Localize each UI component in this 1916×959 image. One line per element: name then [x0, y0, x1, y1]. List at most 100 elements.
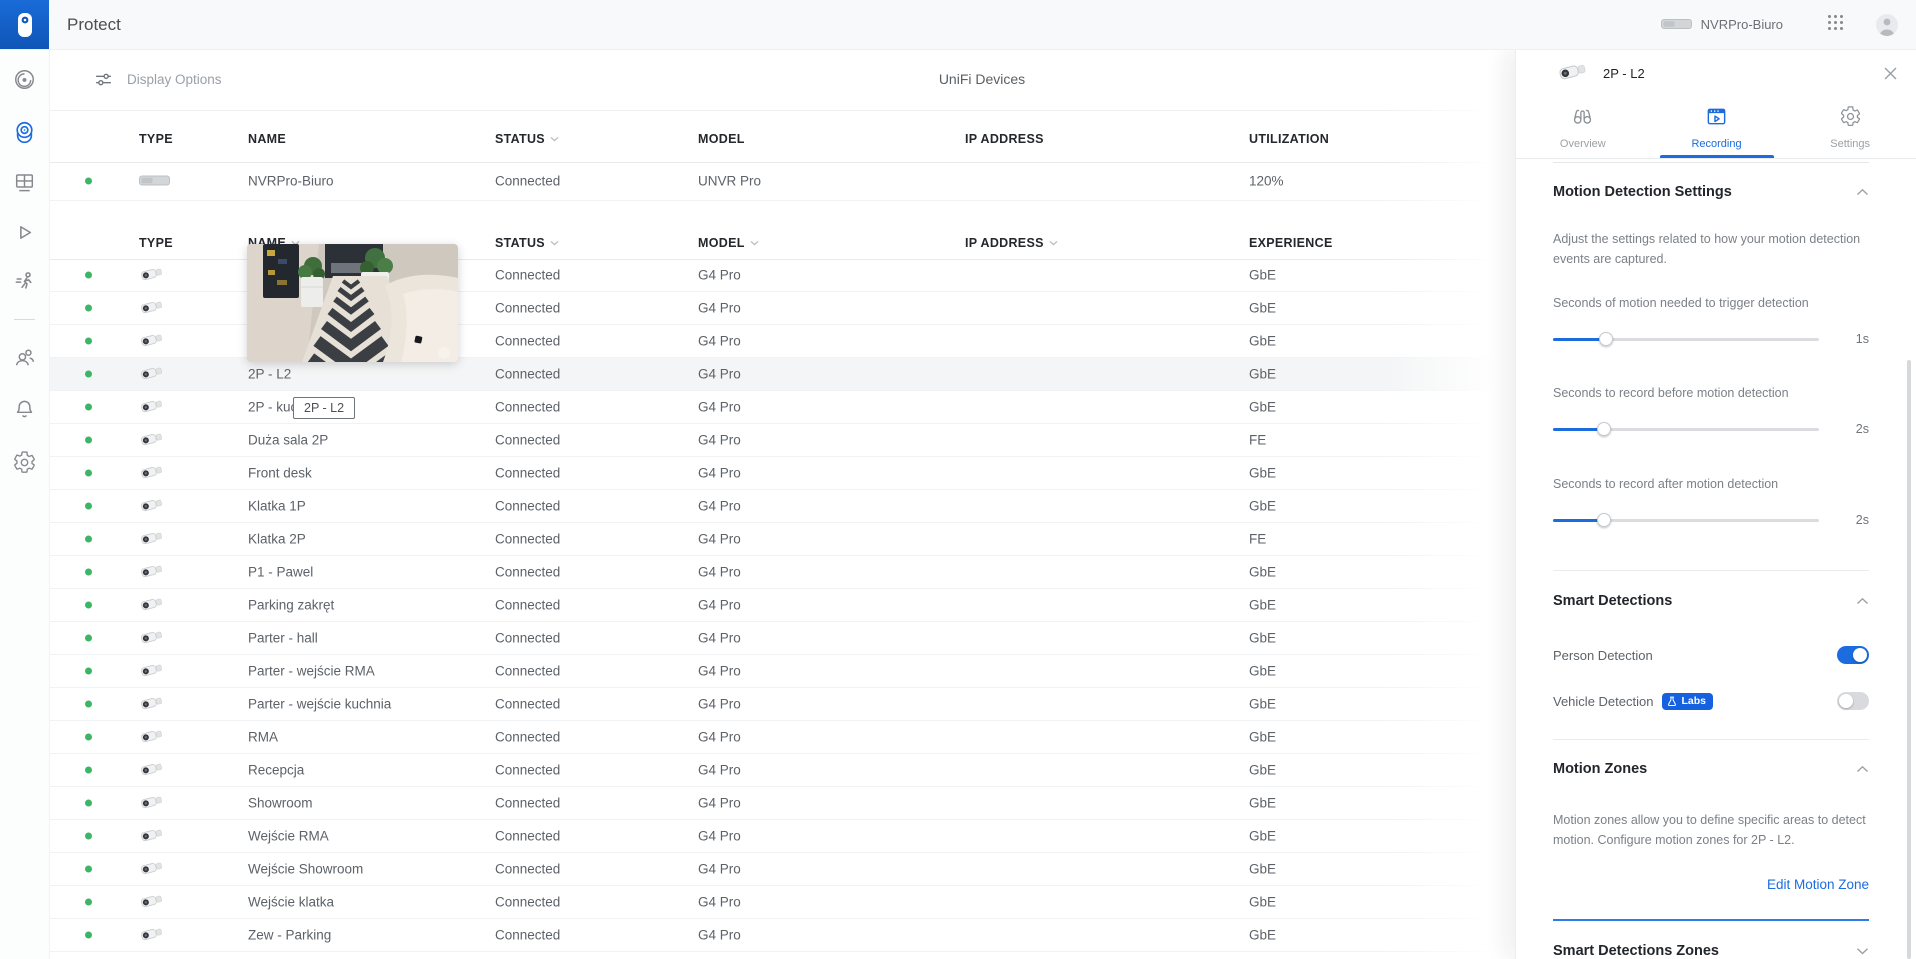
col-header-ip[interactable]: IP ADDRESS — [965, 236, 1058, 250]
col-header-type[interactable]: TYPE — [139, 236, 173, 250]
display-options-button[interactable]: Display Options — [94, 49, 222, 110]
filter-sliders-icon — [96, 73, 111, 86]
cell-name[interactable]: 2P - kuc — [248, 400, 297, 415]
slider-thumb[interactable] — [1599, 332, 1614, 346]
cell-name[interactable]: Parking zakręt — [248, 598, 334, 613]
cell-last: FE — [1249, 432, 1267, 448]
status-dot — [85, 601, 92, 609]
sidebar-item-detections motion-icon[interactable] — [12, 269, 37, 294]
camera-icon — [139, 926, 165, 945]
toggle-row: Vehicle Detection Labs — [1553, 692, 1869, 710]
col-header-type[interactable]: TYPE — [139, 132, 173, 146]
user-avatar[interactable] — [1876, 13, 1898, 36]
col-header-ip[interactable]: IP ADDRESS — [965, 132, 1044, 146]
camera-icon — [139, 629, 165, 648]
toggle-label: Vehicle Detection — [1553, 693, 1654, 709]
sidebar-item-dashboard[interactable] — [12, 67, 37, 92]
camera-icon — [139, 860, 165, 879]
cell-name[interactable]: Klatka 1P — [248, 499, 306, 514]
camera-icon — [139, 398, 165, 417]
col-header-status[interactable]: STATUS — [495, 132, 559, 146]
cell-status: Connected — [495, 333, 561, 349]
cell-name[interactable]: Zew - Parking — [248, 928, 331, 943]
cell-name[interactable]: P1 - Pawel — [248, 565, 313, 580]
cell-name[interactable]: Parter - wejście RMA — [248, 664, 375, 679]
panel-scrollbar[interactable] — [1907, 360, 1911, 959]
cell-model: G4 Pro — [698, 729, 741, 745]
camera-icon — [139, 827, 165, 846]
cell-name[interactable]: Parter - wejście kuchnia — [248, 697, 391, 712]
vehicle-detection-toggle[interactable] — [1837, 692, 1869, 710]
status-dot — [85, 865, 92, 873]
binoculars-icon — [1571, 105, 1594, 133]
cell-name[interactable]: Wejście RMA — [248, 829, 329, 844]
cell-name[interactable]: NVRPro-Biuro — [248, 174, 334, 189]
slider-thumb[interactable] — [1596, 513, 1611, 527]
col-header-model[interactable]: MODEL — [698, 236, 759, 250]
camera-icon — [139, 596, 165, 615]
cell-name[interactable]: 2P - L2 — [248, 367, 291, 382]
tab-overview[interactable]: Overview — [1516, 97, 1650, 158]
col-header-status[interactable]: STATUS — [495, 236, 559, 250]
edit-motion-zone-link[interactable]: Edit Motion Zone — [1767, 877, 1869, 892]
sidebar-item-users users-icon[interactable] — [12, 345, 37, 370]
cell-name[interactable]: Front desk — [248, 466, 312, 481]
cell-name[interactable]: Klatka 2P — [248, 532, 306, 547]
section-motion-detection-settings[interactable]: Motion Detection Settings — [1553, 163, 1869, 200]
col-header-name[interactable]: NAME — [248, 132, 286, 146]
cell-model: G4 Pro — [698, 663, 741, 679]
section-motion-zones[interactable]: Motion Zones — [1553, 740, 1869, 777]
camera-icon — [139, 365, 165, 384]
cell-name[interactable]: Wejście klatka — [248, 895, 334, 910]
seconds-of-motion-needed-to-trigger-detection-slider[interactable] — [1553, 332, 1819, 346]
status-dot — [85, 634, 92, 642]
col-header-experience[interactable]: EXPERIENCE — [1249, 236, 1333, 250]
seconds-to-record-before-motion-detection-slider[interactable] — [1553, 422, 1819, 436]
sidebar-item-notifications bell-icon[interactable] — [12, 397, 37, 422]
cell-status: Connected — [495, 465, 561, 481]
chevron-down-icon — [1857, 948, 1868, 955]
cell-last: GbE — [1249, 729, 1277, 745]
camera-icon — [139, 563, 165, 582]
cell-model: G4 Pro — [698, 597, 741, 613]
section-smart-detections[interactable]: Smart Detections — [1553, 571, 1869, 609]
camera-icon — [139, 761, 165, 780]
sidebar-item-settings gear-icon[interactable] — [12, 450, 37, 475]
cell-model: G4 Pro — [698, 399, 741, 415]
cell-name[interactable]: Showroom — [248, 796, 313, 811]
status-dot — [85, 667, 92, 675]
sidebar-item-cameras camera-icon[interactable] — [12, 119, 37, 144]
console-name[interactable]: NVRPro-Biuro — [1701, 17, 1783, 32]
cell-last: 120% — [1249, 173, 1284, 189]
cell-model: G4 Pro — [698, 630, 741, 646]
cell-name[interactable]: Wejście Showroom — [248, 862, 363, 877]
cell-last: GbE — [1249, 498, 1277, 514]
col-header-utilization[interactable]: UTILIZATION — [1249, 132, 1329, 146]
tab-settings[interactable]: Settings — [1783, 97, 1916, 158]
cell-status: Connected — [495, 300, 561, 316]
cell-name[interactable]: Parter - hall — [248, 631, 318, 646]
apps-grid-icon[interactable] — [1827, 14, 1844, 36]
seconds-to-record-after-motion-detection-slider[interactable] — [1553, 513, 1819, 527]
status-dot — [85, 733, 92, 741]
sidebar-item-viewports grid-icon[interactable] — [12, 170, 37, 195]
status-dot — [85, 931, 92, 939]
cell-status: Connected — [495, 531, 561, 547]
cell-last: GbE — [1249, 399, 1277, 415]
cell-name[interactable]: Duża sala 2P — [248, 433, 328, 448]
cell-model: G4 Pro — [698, 894, 741, 910]
protect-logo-icon[interactable] — [0, 0, 49, 49]
cell-name[interactable]: RMA — [248, 730, 278, 745]
sort-chevron-icon — [550, 136, 559, 142]
person-detection-toggle[interactable] — [1837, 646, 1869, 664]
slider-thumb[interactable] — [1596, 422, 1611, 436]
status-dot — [85, 832, 92, 840]
cell-status: Connected — [495, 795, 561, 811]
tab-recording[interactable]: Recording — [1650, 97, 1784, 158]
cell-name[interactable]: Recepcja — [248, 763, 304, 778]
slider-label: Seconds of motion needed to trigger dete… — [1553, 296, 1809, 310]
close-icon[interactable] — [1877, 60, 1903, 86]
section-smart-detections-zones[interactable]: Smart Detections Zones — [1553, 921, 1869, 959]
col-header-model[interactable]: MODEL — [698, 132, 745, 146]
sidebar-item-playback play-icon[interactable] — [12, 220, 37, 245]
